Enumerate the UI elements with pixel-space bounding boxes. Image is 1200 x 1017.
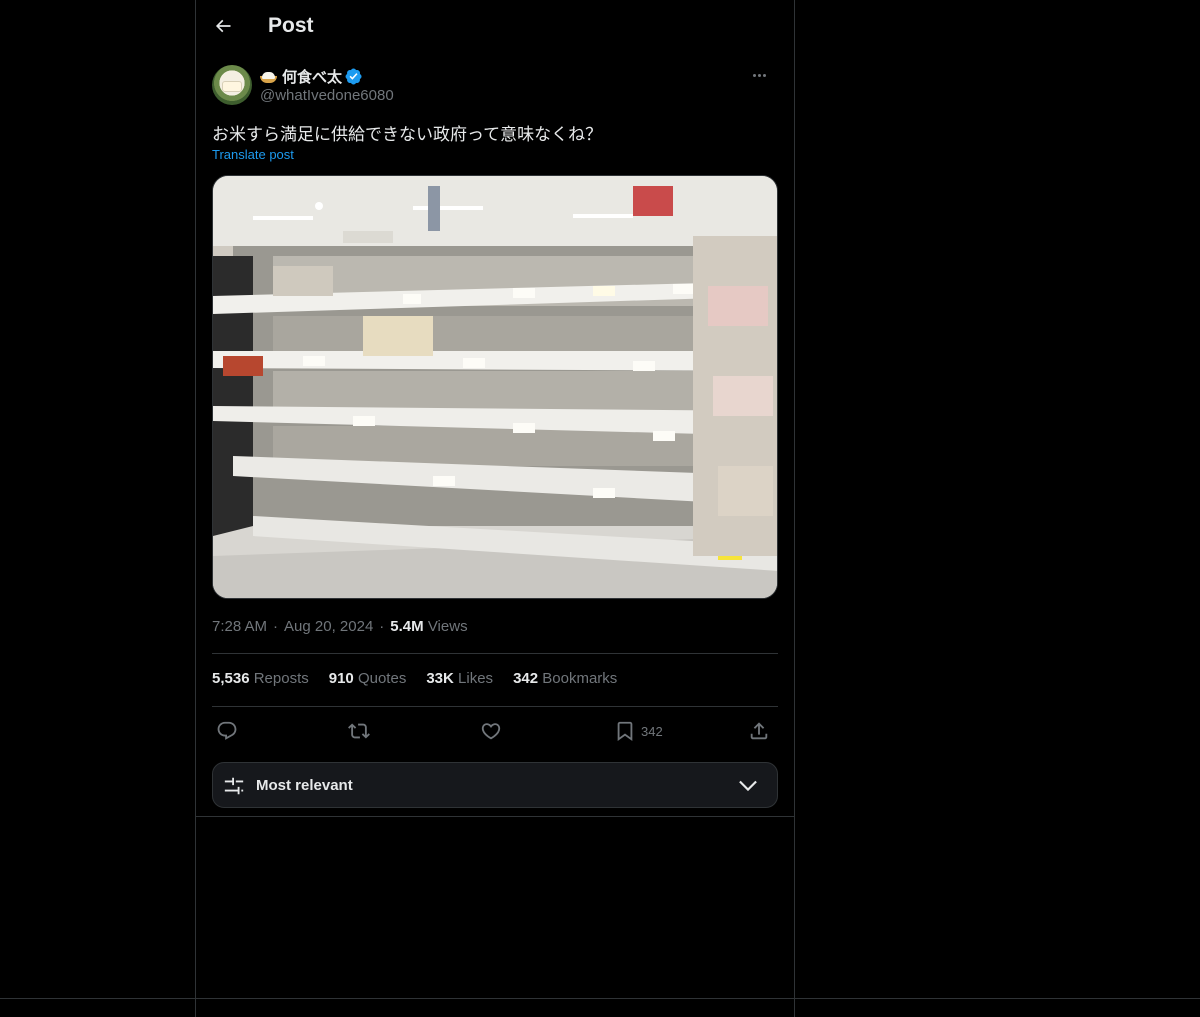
divider	[212, 653, 778, 654]
rice-bowl-icon	[260, 71, 277, 83]
post-time[interactable]: 7:28 AM	[212, 618, 267, 635]
repost-icon	[348, 723, 370, 739]
translate-post-link[interactable]: Translate post	[212, 147, 294, 162]
post-timestamp: 7:28 AM · Aug 20, 2024 · 5.4M Views	[212, 618, 468, 635]
page-title: Post	[268, 14, 314, 37]
heart-icon	[481, 723, 501, 740]
primary-column: Post 何食べ太 @whatIvedone6080 お米すら満足に供給できない…	[195, 0, 795, 1017]
quotes-stat[interactable]: 910 Quotes	[329, 670, 407, 687]
reply-button[interactable]	[216, 718, 238, 744]
verified-badge-icon[interactable]	[345, 68, 362, 85]
header: Post	[196, 0, 794, 54]
quotes-count: 910	[328, 670, 354, 687]
reposts-stat[interactable]: 5,536 Reposts	[212, 670, 309, 687]
bookmark-icon	[617, 721, 633, 742]
back-button[interactable]	[208, 11, 238, 41]
likes-label: Likes	[458, 670, 494, 687]
post-actions: 342	[212, 716, 778, 746]
avatar[interactable]	[212, 65, 252, 105]
sort-label: Most relevant	[256, 777, 353, 794]
bookmarks-count: 342	[513, 670, 539, 687]
share-button[interactable]	[748, 718, 770, 744]
bookmark-button[interactable]: 342	[614, 718, 663, 744]
post-text: お米すら満足に供給できない政府って意味なくね？	[212, 125, 603, 145]
author-handle[interactable]: @whatIvedone6080	[260, 87, 394, 104]
reposts-count: 5,536	[212, 670, 250, 687]
bookmark-count: 342	[641, 723, 663, 739]
post-photo[interactable]	[212, 175, 778, 599]
views-count[interactable]: 5.4M Views	[390, 618, 467, 635]
arrow-left-icon	[215, 19, 231, 33]
name-row: 何食べ太	[260, 66, 362, 87]
avatar-image	[222, 81, 242, 92]
reposts-label: Reposts	[253, 670, 309, 687]
empty-rice-shelves-image	[213, 176, 777, 598]
more-dot-icon	[752, 73, 756, 77]
divider	[196, 816, 794, 817]
display-name[interactable]: 何食べ太	[282, 66, 342, 87]
bookmarks-label: Bookmarks	[542, 670, 618, 687]
reply-icon	[217, 721, 237, 740]
more-dot-icon	[762, 73, 766, 77]
divider	[212, 706, 778, 707]
views-value: 5.4M	[390, 618, 424, 635]
quotes-label: Quotes	[357, 670, 407, 687]
post-date[interactable]: Aug 20, 2024	[284, 618, 373, 635]
share-icon	[750, 722, 768, 740]
sliders-icon	[224, 777, 244, 795]
replies-sort-dropdown[interactable]: Most relevant	[212, 762, 778, 808]
likes-stat[interactable]: 33K Likes	[426, 670, 493, 687]
meta-separator: ·	[379, 618, 385, 635]
views-label: Views	[427, 618, 468, 635]
post-author: 何食べ太 @whatIvedone6080	[212, 64, 778, 108]
more-options-button[interactable]	[744, 64, 774, 86]
chevron-down-icon	[739, 780, 757, 792]
like-button[interactable]	[480, 718, 502, 744]
post-stats: 5,536 Reposts 910 Quotes 33K Likes 342 B…	[212, 670, 617, 687]
more-dot-icon	[757, 73, 761, 77]
repost-button[interactable]	[348, 718, 370, 744]
divider	[0, 998, 1200, 999]
likes-count: 33K	[426, 670, 454, 687]
bookmarks-stat[interactable]: 342 Bookmarks	[513, 670, 617, 687]
meta-separator: ·	[273, 618, 279, 635]
